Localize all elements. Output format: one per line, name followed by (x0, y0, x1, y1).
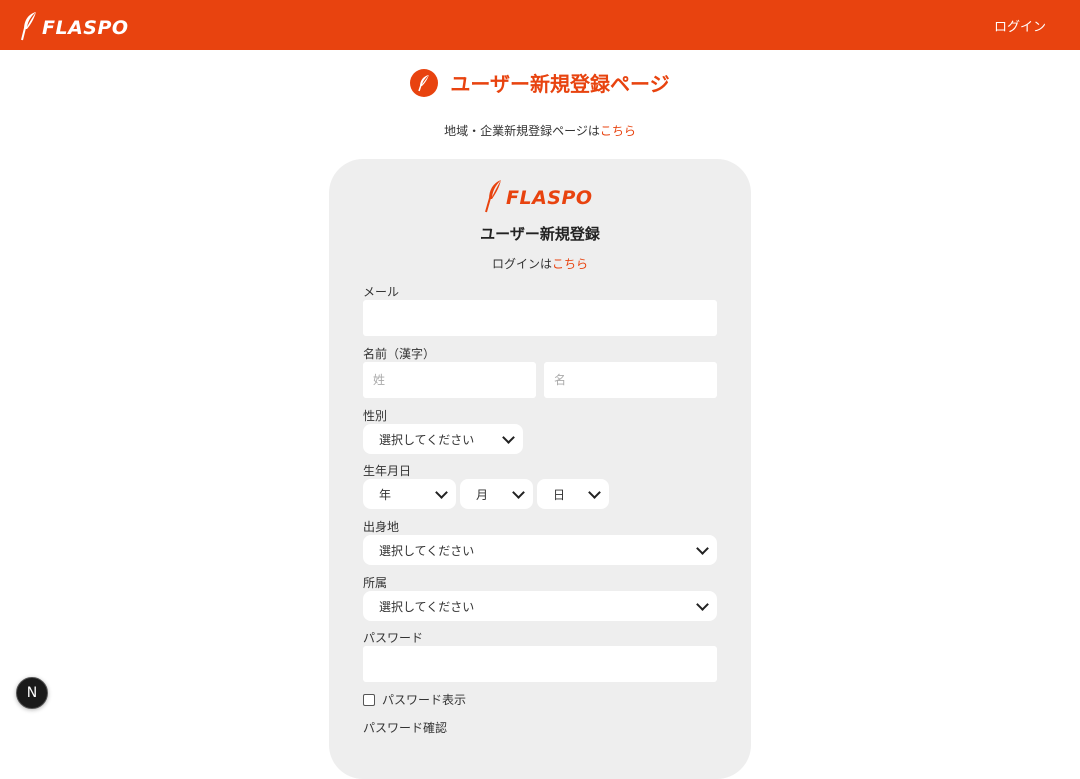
chevron-down-icon (435, 485, 448, 499)
company-signup-line: 地域・企業新規登録ページはこちら (0, 122, 1080, 139)
feather-icon (484, 179, 502, 217)
feather-icon (410, 68, 439, 97)
page-title: ユーザー新規登録ページ (450, 72, 670, 96)
show-password-checkbox[interactable] (363, 693, 375, 706)
page-title-row: ユーザー新規登録ページ (0, 68, 1080, 97)
show-password-label: パスワード表示 (382, 693, 467, 707)
password-field[interactable] (363, 646, 717, 682)
logo-text: FLASPO (42, 17, 129, 39)
company-signup-link[interactable]: こちら (600, 124, 636, 138)
gender-select-value: 選択してください (379, 432, 475, 447)
chevron-down-icon (696, 541, 709, 555)
nextjs-dev-badge[interactable]: N (16, 677, 48, 709)
login-text: ログインは (491, 257, 552, 271)
birth-month-select[interactable]: 月 (460, 479, 533, 509)
password-label: パスワード (363, 631, 424, 645)
chevron-down-icon (696, 597, 709, 611)
affiliation-label: 所属 (363, 576, 388, 590)
name-label: 名前（漢字） (363, 347, 436, 361)
top-header: FLASPO ログイン (0, 0, 1080, 50)
header-login-link[interactable]: ログイン (994, 16, 1046, 35)
header-logo[interactable]: FLASPO (20, 11, 129, 45)
email-field[interactable] (363, 300, 717, 336)
gender-select[interactable]: 選択してください (363, 424, 523, 454)
hometown-label: 出身地 (363, 520, 400, 534)
chevron-down-icon (588, 485, 601, 499)
affiliation-select[interactable]: 選択してください (363, 591, 717, 621)
password-confirm-label: パスワード確認 (363, 721, 448, 735)
company-signup-text: 地域・企業新規登録ページは (444, 124, 600, 138)
first-name-field[interactable] (544, 362, 717, 398)
hometown-select[interactable]: 選択してください (363, 535, 717, 565)
chevron-down-icon (502, 430, 515, 444)
birth-year-select[interactable]: 年 (363, 479, 456, 509)
gender-label: 性別 (363, 409, 388, 423)
feather-icon (20, 11, 38, 45)
last-name-field[interactable] (363, 362, 536, 398)
birth-month-value: 月 (476, 487, 489, 502)
show-password-row[interactable]: パスワード表示 (363, 691, 466, 708)
signup-card: FLASPO ユーザー新規登録 ログインはこちら メール 名前（漢字） 性別 選… (329, 159, 751, 779)
login-line: ログインはこちら (329, 255, 751, 272)
affiliation-select-value: 選択してください (379, 599, 475, 614)
logo-text: FLASPO (506, 187, 593, 209)
hometown-select-value: 選択してください (379, 543, 475, 558)
email-label: メール (363, 285, 400, 299)
chevron-down-icon (512, 485, 525, 499)
login-link[interactable]: こちら (552, 257, 588, 271)
birthday-label: 生年月日 (363, 464, 412, 478)
birth-day-value: 日 (553, 487, 566, 502)
nextjs-letter: N (26, 685, 38, 701)
birth-year-value: 年 (379, 487, 392, 502)
card-title: ユーザー新規登録 (480, 225, 600, 243)
birth-day-select[interactable]: 日 (537, 479, 609, 509)
card-logo: FLASPO (484, 179, 593, 217)
